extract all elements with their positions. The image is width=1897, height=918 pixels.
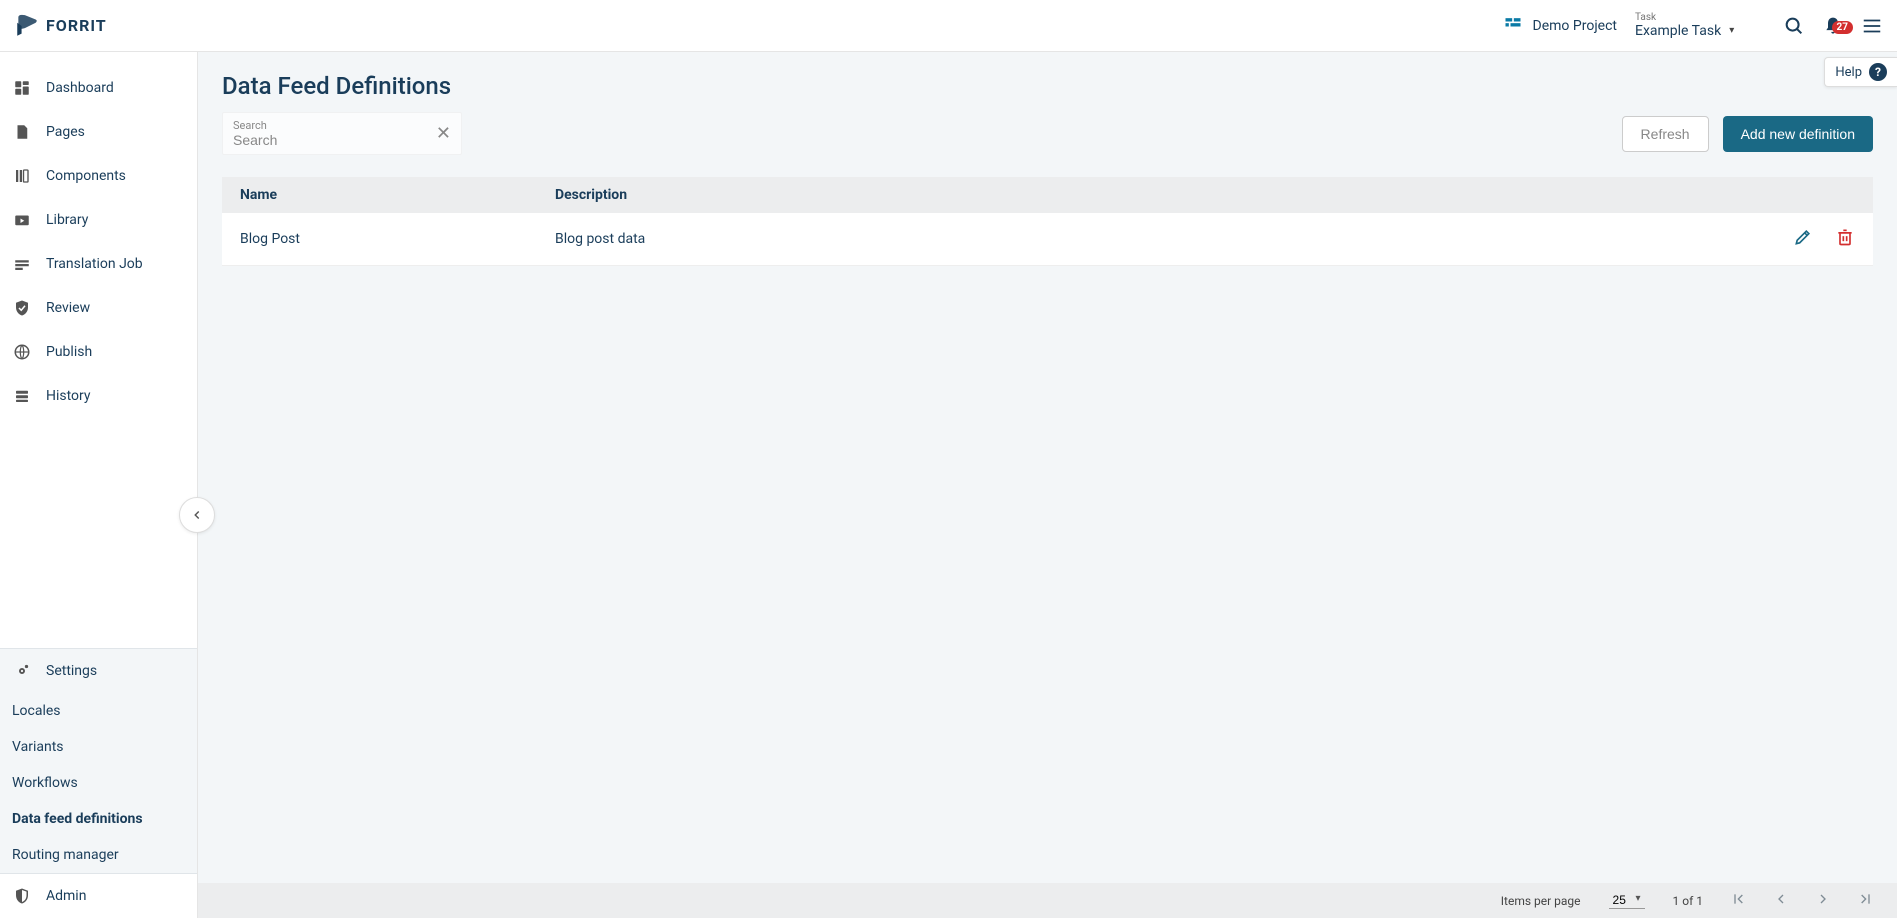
brand-name: FORRIT (46, 16, 107, 35)
help-icon: ? (1869, 63, 1887, 81)
sidebar-item-label: History (46, 388, 91, 404)
sidebar-item-label: Publish (46, 344, 92, 360)
last-page-button[interactable] (1857, 891, 1873, 910)
sidebar-item-label: Admin (46, 888, 86, 904)
sidebar-item-library[interactable]: Library (0, 198, 197, 242)
translation-icon (12, 255, 32, 273)
project-icon (1503, 14, 1523, 38)
library-icon (12, 211, 32, 229)
task-value: Example Task (1635, 23, 1721, 39)
caret-down-icon: ▾ (1729, 25, 1734, 36)
shield-icon (12, 887, 32, 905)
search-icon[interactable] (1783, 15, 1805, 37)
sidebar-item-label: Dashboard (46, 80, 114, 96)
pages-icon (12, 123, 32, 141)
table-header: Name Description (222, 177, 1873, 213)
help-button[interactable]: Help ? (1824, 57, 1897, 87)
sidebar-sub-workflows[interactable]: Workflows (0, 765, 197, 801)
task-selector[interactable]: Task Example Task ▾ (1635, 13, 1765, 39)
sidebar-item-history[interactable]: History (0, 374, 197, 418)
paginator: Items per page 25 1 of 1 (198, 883, 1897, 918)
col-header-name: Name (240, 187, 555, 203)
sidebar-item-translation-job[interactable]: Translation Job (0, 242, 197, 286)
sidebar-item-label: Translation Job (46, 256, 143, 272)
col-header-description: Description (555, 187, 1765, 203)
sidebar: Dashboard Pages Components Library Translati… (0, 52, 198, 918)
sidebar-item-components[interactable]: Components (0, 154, 197, 198)
table-row: Blog PostBlog post data (222, 213, 1873, 266)
search-input[interactable] (233, 132, 436, 148)
sidebar-item-label: Review (46, 300, 90, 316)
help-label: Help (1835, 65, 1862, 80)
components-icon (12, 167, 32, 185)
project-name: Demo Project (1533, 18, 1617, 34)
sidebar-item-admin[interactable]: Admin (0, 873, 197, 918)
sidebar-sub-data-feed-definitions[interactable]: Data feed definitions (0, 801, 197, 837)
cell-name: Blog Post (240, 231, 555, 247)
hamburger-menu-button[interactable] (1861, 15, 1883, 37)
notification-badge: 27 (1832, 21, 1853, 34)
publish-icon (12, 343, 32, 361)
next-page-button[interactable] (1815, 891, 1831, 910)
delete-row-button[interactable] (1835, 227, 1855, 251)
notifications-button[interactable]: 27 (1823, 15, 1843, 37)
sidebar-item-pages[interactable]: Pages (0, 110, 197, 154)
prev-page-button[interactable] (1773, 891, 1789, 910)
dashboard-icon (12, 79, 32, 97)
sidebar-item-publish[interactable]: Publish (0, 330, 197, 374)
brand-logo[interactable]: FORRIT (10, 13, 107, 39)
sidebar-item-label: Pages (46, 124, 85, 140)
collapse-sidebar-button[interactable] (179, 497, 215, 533)
cell-description: Blog post data (555, 231, 1765, 247)
sidebar-item-review[interactable]: Review (0, 286, 197, 330)
search-label: Search (233, 119, 436, 132)
sidebar-sub-routing-manager[interactable]: Routing manager (0, 837, 197, 873)
edit-row-button[interactable] (1793, 227, 1813, 251)
sidebar-item-dashboard[interactable]: Dashboard (0, 66, 197, 110)
cog-icon (12, 662, 32, 680)
search-box[interactable]: Search ✕ (222, 112, 462, 155)
sidebar-item-label: Library (46, 212, 88, 228)
project-selector[interactable]: Demo Project (1503, 14, 1617, 38)
sidebar-item-label: Components (46, 168, 126, 184)
refresh-button[interactable]: Refresh (1622, 116, 1709, 152)
sidebar-item-label: Settings (46, 663, 97, 679)
add-new-definition-button[interactable]: Add new definition (1723, 116, 1873, 152)
definitions-table: Name Description Blog PostBlog post data (222, 177, 1873, 266)
logo-icon (14, 13, 40, 39)
clear-search-icon[interactable]: ✕ (436, 123, 451, 144)
review-icon (12, 299, 32, 317)
sidebar-sub-locales[interactable]: Locales (0, 693, 197, 729)
main-content: Data Feed Definitions Search ✕ Refresh A… (198, 52, 1897, 918)
page-title: Data Feed Definitions (222, 72, 1873, 100)
items-per-page-select[interactable]: 25 (1609, 892, 1645, 909)
sidebar-sub-variants[interactable]: Variants (0, 729, 197, 765)
first-page-button[interactable] (1731, 891, 1747, 910)
history-icon (12, 387, 32, 405)
task-caption: Task (1635, 13, 1765, 23)
page-range: 1 of 1 (1673, 894, 1703, 908)
items-per-page-label: Items per page (1501, 894, 1581, 908)
sidebar-item-settings[interactable]: Settings (0, 649, 197, 693)
